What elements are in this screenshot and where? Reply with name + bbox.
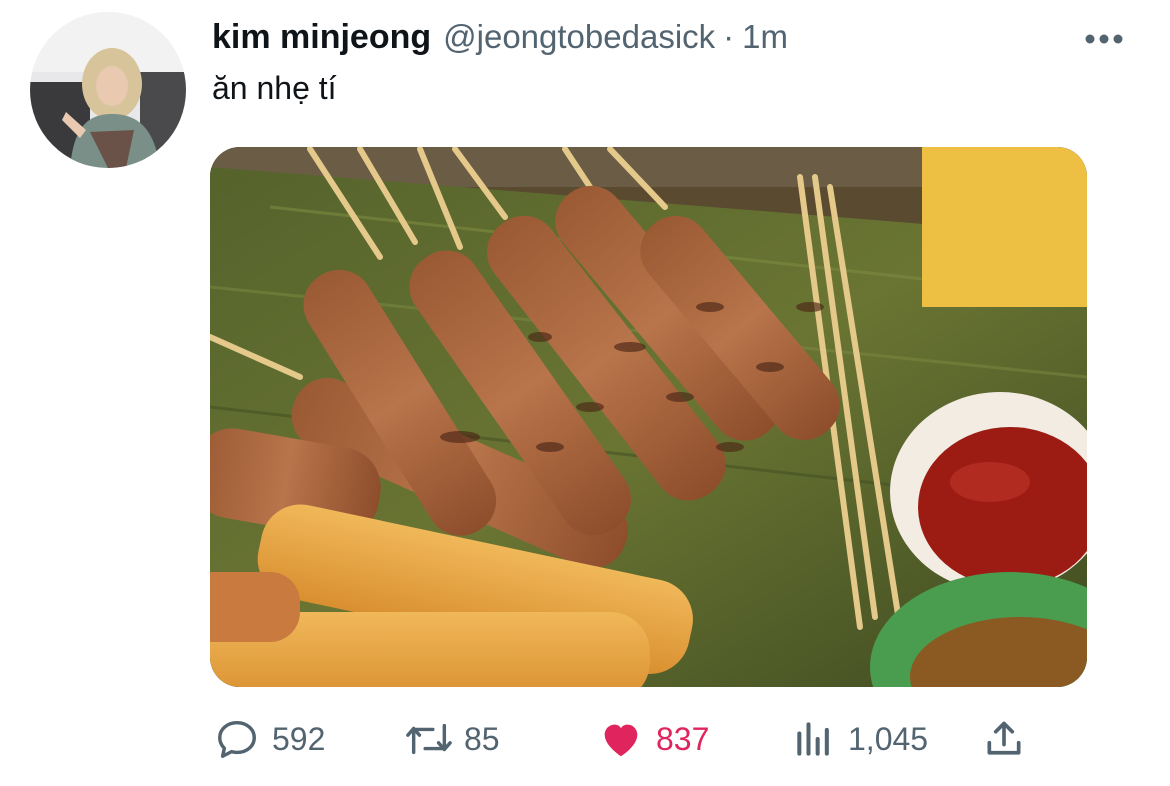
bar-chart-icon [797,722,829,756]
more-options-button[interactable] [1082,28,1126,50]
share-upload-icon [987,721,1021,755]
reply-bubble-icon [218,720,256,758]
reply-count: 592 [272,720,326,757]
share-button[interactable] [982,712,1026,766]
like-count: 837 [656,720,710,757]
separator-dot: · [723,18,735,55]
timestamp[interactable]: 1m [742,18,788,56]
avatar-photo [30,12,186,168]
views-button[interactable]: 1,045 [792,712,928,766]
view-count: 1,045 [848,720,929,757]
retweet-button[interactable]: 85 [402,712,500,766]
avatar[interactable] [30,12,186,168]
food-photo [210,147,1087,687]
retweet-count: 85 [464,720,500,757]
heart-icon [604,724,638,757]
tweet-header: kim minjeong @jeongtobedasick · 1m [212,18,788,64]
retweet-icon [406,723,452,755]
tweet-action-bar: 592 85 837 1,045 [0,712,1170,766]
like-button[interactable]: 837 [598,712,709,766]
reply-button[interactable]: 592 [214,712,325,766]
more-horizontal-icon [1085,34,1123,44]
user-handle[interactable]: @jeongtobedasick [443,18,715,56]
tweet-media-image[interactable] [210,147,1087,687]
tweet-text: ăn nhẹ tí [212,70,337,106]
display-name[interactable]: kim minjeong [212,18,431,57]
